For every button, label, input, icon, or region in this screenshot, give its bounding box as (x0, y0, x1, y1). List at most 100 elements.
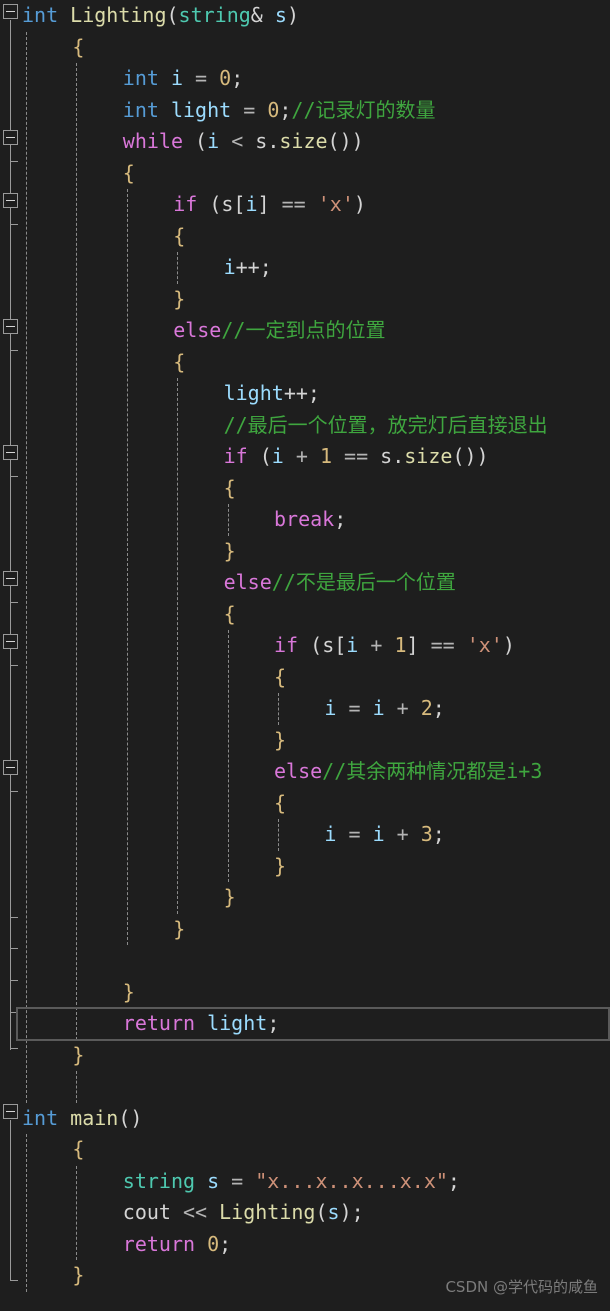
code-line[interactable]: { (173, 347, 185, 379)
code-token: = (336, 822, 373, 846)
fold-connector-tick (10, 476, 18, 477)
fold-toggle-if-size-icon[interactable] (3, 445, 18, 460)
code-token: s (255, 129, 268, 153)
indent-guide (126, 189, 128, 945)
fold-connector-tick (10, 350, 18, 351)
code-token: ; (279, 97, 292, 122)
code-line[interactable]: i = i + 3; (324, 819, 444, 851)
code-line[interactable]: { (274, 788, 286, 820)
code-token: + (384, 822, 421, 846)
code-line[interactable]: cout << Lighting(s); (123, 1197, 364, 1229)
fold-connector-tick (10, 1280, 18, 1281)
code-token: s (380, 444, 393, 468)
code-line[interactable]: } (274, 725, 286, 757)
code-token: } (223, 538, 236, 563)
code-token: } (274, 853, 287, 878)
fold-toggle-main-icon[interactable] (3, 1104, 18, 1119)
code-line[interactable]: { (274, 662, 286, 694)
code-line[interactable]: } (123, 977, 135, 1009)
fold-toggle-else-1-icon[interactable] (3, 319, 18, 334)
code-token: { (223, 601, 236, 626)
code-line[interactable]: } (72, 1040, 84, 1072)
code-line[interactable]: else//其余两种情况都是i+3 (274, 756, 542, 788)
code-token: ( (183, 129, 208, 153)
code-token: ( (166, 3, 179, 27)
code-line[interactable]: return 0; (123, 1229, 231, 1261)
code-line[interactable]: { (72, 1134, 84, 1166)
code-line[interactable]: int light = 0;//记录灯的数量 (123, 95, 436, 127)
code-token: } (122, 979, 135, 1004)
code-token: ; (432, 696, 445, 720)
code-token: } (223, 885, 236, 909)
code-line[interactable]: { (173, 221, 185, 253)
code-line[interactable]: light++; (224, 378, 320, 410)
code-token: size (404, 444, 453, 468)
code-line[interactable]: if (i + 1 == s.size()) (224, 441, 489, 473)
code-line[interactable]: i = i + 2; (324, 693, 444, 725)
code-token: 3 (420, 822, 433, 846)
code-line[interactable]: int main() (22, 1103, 142, 1135)
code-line[interactable]: //最后一个位置，放完灯后直接退出 (224, 410, 548, 442)
code-line[interactable]: } (173, 284, 185, 316)
code-token: i (324, 696, 337, 720)
fold-connector-tick (10, 602, 18, 603)
code-line[interactable]: { (123, 158, 135, 190)
code-line[interactable]: int i = 0; (123, 63, 243, 95)
code-token: s (207, 1168, 220, 1193)
code-token: Lighting (219, 1200, 316, 1224)
fold-connector-tick (10, 1048, 18, 1049)
watermark: CSDN @学代码的咸鱼 (445, 1278, 598, 1296)
code-line[interactable]: } (224, 882, 236, 914)
fold-toggle-while-icon[interactable] (3, 130, 18, 145)
code-token: } (72, 1263, 85, 1287)
fold-margin[interactable] (0, 0, 22, 1311)
code-token: } (173, 286, 186, 311)
code-token: break (274, 507, 335, 531)
code-line[interactable]: } (274, 851, 286, 883)
code-line[interactable]: return light; (123, 1008, 280, 1040)
indent-guide (26, 31, 27, 1103)
code-line[interactable]: { (224, 473, 236, 505)
code-token: i (271, 444, 284, 468)
code-line[interactable]: { (224, 599, 236, 631)
code-line[interactable]: string s = "x...x..x...x.x"; (123, 1166, 460, 1198)
code-line[interactable]: } (224, 536, 236, 568)
code-token: 0 (267, 97, 280, 122)
code-token: ( (247, 444, 272, 468)
fold-toggle-lighting-icon[interactable] (3, 4, 18, 19)
code-line[interactable]: i++; (224, 252, 272, 284)
code-token: light (170, 97, 232, 122)
code-line[interactable]: if (s[i + 1] == 'x') (274, 630, 515, 662)
code-token: int (22, 1105, 59, 1130)
code-token: + (283, 444, 320, 468)
code-token: if (274, 633, 299, 657)
code-line[interactable]: if (s[i] == 'x') (173, 189, 366, 221)
code-token: ++; (235, 255, 272, 279)
code-token: . (392, 444, 405, 468)
fold-toggle-if-i1-icon[interactable] (3, 634, 18, 649)
fold-connector-tick (10, 948, 18, 949)
code-token: else (173, 318, 222, 342)
code-token: s (327, 1200, 340, 1224)
fold-toggle-else-2-icon[interactable] (3, 571, 18, 586)
indent-guide (177, 252, 179, 284)
indent-guide (76, 1071, 78, 1103)
code-line[interactable]: else//一定到点的位置 (173, 315, 385, 347)
code-line[interactable]: break; (274, 504, 346, 536)
code-editor[interactable]: int Lighting(string& s){int i = 0; int li… (0, 0, 610, 1311)
code-token: = (219, 1168, 256, 1193)
code-token: = (336, 696, 373, 720)
fold-connector-line (10, 1120, 11, 1280)
code-line[interactable]: { (72, 32, 84, 64)
indent-guide (278, 819, 279, 851)
fold-toggle-if-sx-icon[interactable] (3, 193, 18, 208)
code-line[interactable]: else//不是最后一个位置 (224, 567, 456, 599)
code-line[interactable]: while (i < s.size()) (123, 126, 364, 158)
code-token: int (122, 66, 159, 90)
code-line[interactable]: } (72, 1260, 84, 1292)
fold-toggle-else-3-icon[interactable] (3, 760, 18, 775)
code-token: if (223, 444, 248, 468)
code-line[interactable]: int Lighting(string& s) (22, 0, 299, 32)
code-line[interactable]: } (173, 914, 185, 946)
